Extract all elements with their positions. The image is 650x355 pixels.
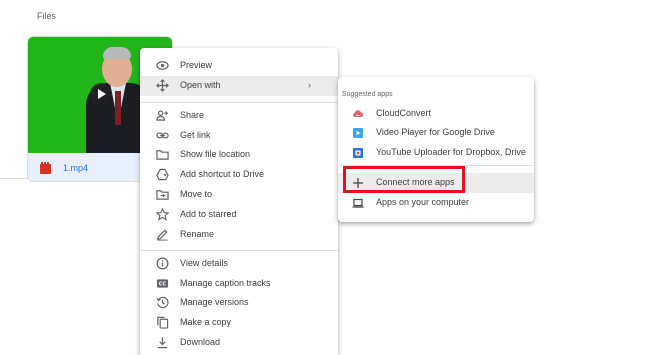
menu-divider <box>140 102 338 103</box>
open-with-submenu: Suggested apps CloudConvert Video Player… <box>338 77 534 222</box>
copy-icon <box>157 316 169 329</box>
svg-text:CC: CC <box>159 282 167 288</box>
youtube-uploader-icon <box>353 148 363 158</box>
apps-on-your-computer-label: Apps on your computer <box>376 197 470 207</box>
cloudconvert-icon <box>353 110 364 117</box>
app-label: CloudConvert <box>376 108 432 118</box>
app-label: Video Player for Google Drive <box>376 127 495 137</box>
menu-item-label: Get link <box>180 130 211 140</box>
menu-item-label: Make a copy <box>180 317 232 327</box>
app-youtube-uploader[interactable]: YouTube Uploader for Dropbox, Drive <box>338 143 534 163</box>
menu-item-move-to[interactable]: Move to <box>140 185 338 205</box>
menu-item-label: Preview <box>180 60 213 70</box>
app-video-player[interactable]: Video Player for Google Drive <box>338 123 534 143</box>
person-add-icon <box>156 110 169 121</box>
menu-item-label: Share <box>180 110 205 120</box>
captions-icon: CC <box>156 279 169 288</box>
menu-item-make-a-copy[interactable]: Make a copy <box>140 313 338 333</box>
menu-item-rename[interactable]: Rename <box>140 225 338 245</box>
move-to-folder-icon <box>156 190 169 200</box>
download-icon <box>157 337 168 349</box>
menu-item-manage-versions[interactable]: Manage versions <box>140 293 338 313</box>
menu-item-preview[interactable]: Preview <box>140 56 338 76</box>
menu-item-view-details[interactable]: View details <box>140 254 338 274</box>
info-icon <box>156 257 169 270</box>
video-player-icon <box>353 128 363 138</box>
laptop-icon <box>352 198 364 208</box>
thumbnail-tie <box>115 91 121 125</box>
thumbnail-hair <box>103 47 131 59</box>
menu-item-label: Add to starred <box>180 209 237 219</box>
menu-item-label: Manage caption tracks <box>180 278 271 288</box>
pencil-icon <box>157 229 168 241</box>
files-section-title: Files <box>37 11 57 21</box>
suggested-apps-header: Suggested apps <box>342 91 393 98</box>
drive-shortcut-icon <box>156 168 169 181</box>
menu-item-label: Open with <box>180 80 221 90</box>
eye-icon <box>156 61 169 70</box>
star-icon <box>156 208 169 221</box>
menu-item-add-shortcut[interactable]: Add shortcut to Drive <box>140 165 338 185</box>
menu-item-label: View details <box>180 258 228 268</box>
menu-divider <box>140 250 338 251</box>
highlight-box <box>343 166 465 193</box>
link-icon <box>156 132 169 139</box>
app-label: YouTube Uploader for Dropbox, Drive <box>376 147 526 157</box>
file-name: 1.mp4 <box>63 163 89 173</box>
move-arrows-icon <box>156 79 169 92</box>
app-cloudconvert[interactable]: CloudConvert <box>338 104 534 124</box>
menu-item-label: Add shortcut to Drive <box>180 169 265 179</box>
chevron-right-icon: › <box>308 80 311 90</box>
menu-item-label: Rename <box>180 229 215 239</box>
video-file-icon <box>40 162 51 174</box>
divider <box>0 178 30 179</box>
menu-item-open-with[interactable]: Open with › <box>140 76 338 96</box>
menu-item-label: Move to <box>180 189 213 199</box>
play-icon[interactable] <box>90 83 112 105</box>
history-icon <box>156 296 169 309</box>
menu-item-label: Manage versions <box>180 297 249 307</box>
menu-item-label: Show file location <box>180 149 251 159</box>
menu-item-get-link[interactable]: Get link <box>140 126 338 146</box>
menu-item-download[interactable]: Download <box>140 333 338 353</box>
menu-item-share[interactable]: Share <box>140 106 338 126</box>
folder-icon <box>156 150 169 160</box>
menu-item-manage-caption-tracks[interactable]: CC Manage caption tracks <box>140 274 338 294</box>
menu-item-label: Download <box>180 337 221 347</box>
menu-item-add-to-starred[interactable]: Add to starred <box>140 205 338 225</box>
menu-item-show-file-location[interactable]: Show file location <box>140 145 338 165</box>
apps-on-your-computer[interactable]: Apps on your computer <box>338 193 534 213</box>
context-menu: Preview Open with › Share Get link Show … <box>140 48 338 355</box>
